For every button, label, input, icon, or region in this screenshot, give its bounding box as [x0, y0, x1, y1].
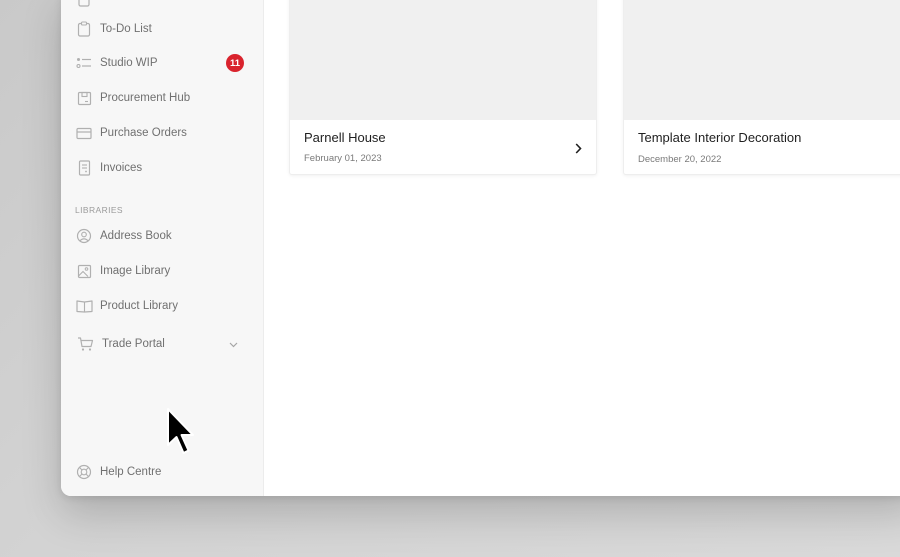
sidebar-item-trade-portal[interactable]: Trade Portal [61, 329, 263, 359]
card-icon [75, 124, 93, 142]
project-date: February 01, 2023 [304, 153, 382, 164]
project-card[interactable]: Template Interior Decoration December 20… [623, 0, 900, 175]
sidebar-item-label: Help Centre [100, 466, 162, 478]
project-thumbnail [624, 0, 900, 120]
sidebar-item-image-library[interactable]: Image Library [61, 256, 263, 286]
sidebar-item-label: To-Do List [100, 23, 152, 35]
project-date: December 20, 2022 [638, 154, 722, 165]
sidebar-item-label: Image Library [100, 265, 171, 277]
sidebar-item-todo[interactable]: To-Do List [61, 14, 263, 44]
sidebar-item-label: Invoices [100, 162, 143, 174]
libraries-section-title: LIBRARIES [75, 205, 124, 215]
sidebar-item-partial[interactable] [61, 0, 263, 15]
sidebar-item-label: Product Library [100, 300, 178, 312]
clipboard-icon [75, 20, 93, 38]
project-title: Parnell House [304, 130, 386, 145]
partial-icon [75, 0, 93, 9]
book-icon [75, 297, 93, 315]
sidebar-item-label: Trade Portal [102, 338, 165, 350]
sidebar-item-label: Studio WIP [100, 57, 158, 69]
sidebar-item-product-library[interactable]: Product Library [61, 291, 263, 321]
invoice-icon [75, 159, 93, 177]
main-content: Parnell House February 01, 2023 Template… [264, 0, 900, 496]
user-circle-icon [75, 227, 93, 245]
cart-icon [76, 335, 94, 353]
sidebar-item-help-centre[interactable]: Help Centre [61, 457, 263, 487]
box-icon [75, 89, 93, 107]
sidebar-item-label: Purchase Orders [100, 127, 187, 139]
project-thumbnail [290, 0, 596, 120]
sidebar-item-address-book[interactable]: Address Book [61, 221, 263, 251]
list-icon [75, 54, 93, 72]
mouse-cursor-icon [167, 408, 194, 454]
sidebar-item-procurement-hub[interactable]: Procurement Hub [61, 83, 263, 113]
sidebar: To-Do List Studio WIP 11 Procurement Hub… [61, 0, 264, 496]
lifebuoy-icon [75, 463, 93, 481]
sidebar-item-label: Address Book [100, 230, 172, 242]
image-icon [75, 262, 93, 280]
sidebar-item-studio-wip[interactable]: Studio WIP 11 [61, 48, 263, 78]
project-title: Template Interior Decoration [638, 130, 802, 145]
chevron-down-icon[interactable] [229, 335, 238, 353]
project-card[interactable]: Parnell House February 01, 2023 [289, 0, 597, 175]
sidebar-item-invoices[interactable]: Invoices [61, 153, 263, 183]
sidebar-item-label: Procurement Hub [100, 92, 191, 104]
notification-badge: 11 [226, 54, 244, 72]
chevron-right-icon[interactable] [575, 141, 582, 159]
sidebar-item-purchase-orders[interactable]: Purchase Orders [61, 118, 263, 148]
